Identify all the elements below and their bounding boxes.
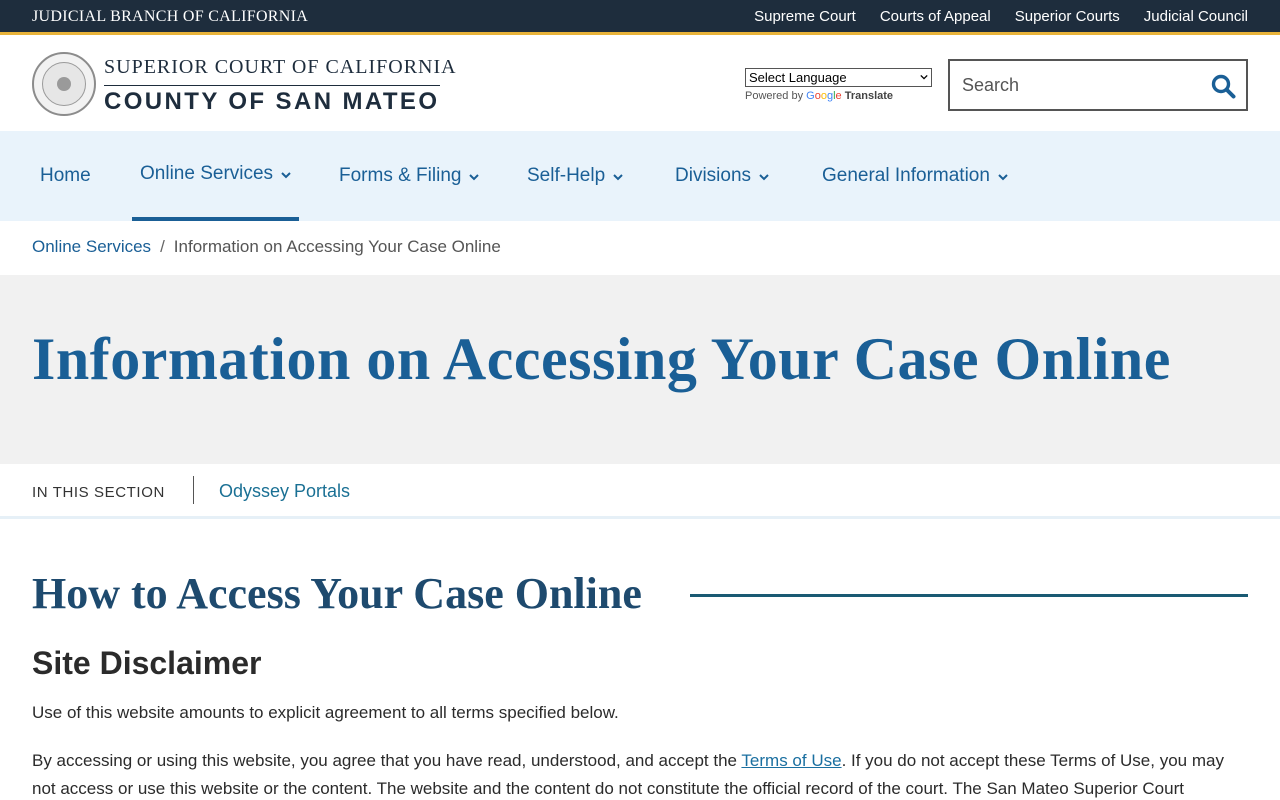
- courts-of-appeal-link[interactable]: Courts of Appeal: [880, 8, 991, 25]
- breadcrumb-current: Information on Accessing Your Case Onlin…: [173, 237, 501, 256]
- nav-item-label: Online Services: [140, 163, 274, 184]
- disclaimer-paragraph-1: Use of this website amounts to explicit …: [32, 703, 619, 722]
- page-hero: Information on Accessing Your Case Onlin…: [0, 275, 1280, 464]
- court-seal-icon[interactable]: [32, 52, 96, 116]
- breadcrumb: Online Services / Information on Accessi…: [32, 237, 501, 257]
- breadcrumb-separator: /: [160, 237, 165, 256]
- heading-rule: [690, 594, 1248, 597]
- seal-core: [57, 77, 71, 91]
- nav-item-label: Divisions: [675, 165, 752, 186]
- powered-by-text: Powered by: [745, 90, 804, 102]
- search-icon[interactable]: [1210, 73, 1236, 99]
- translate-text: Translate: [844, 90, 894, 102]
- nav-item-label: General Information: [822, 165, 990, 186]
- chevron-down-icon: [920, 74, 928, 80]
- search-input[interactable]: [962, 73, 1202, 97]
- in-this-section-label: IN THIS SECTION: [32, 484, 165, 501]
- chevron-down-icon: [469, 174, 480, 181]
- logo-divider: [104, 85, 440, 86]
- odyssey-portals-link[interactable]: Odyssey Portals: [219, 481, 350, 502]
- nav-item-online-services[interactable]: Online Services: [132, 131, 299, 221]
- supreme-court-link[interactable]: Supreme Court: [754, 8, 856, 25]
- page-title: Information on Accessing Your Case Onlin…: [32, 326, 1171, 392]
- nav-item-label: Forms & Filing: [339, 165, 462, 186]
- nav-item-label: Home: [40, 165, 91, 186]
- google-letter: G: [806, 90, 815, 102]
- breadcrumb-online-services[interactable]: Online Services: [32, 237, 151, 257]
- chevron-down-icon: [998, 174, 1008, 181]
- logo-title-line2[interactable]: COUNTY OF SAN MATEO: [104, 88, 439, 116]
- nav-item-label: Self-Help: [527, 165, 606, 186]
- judicial-branch-link[interactable]: JUDICIAL BRANCH OF CALIFORNIA: [32, 8, 308, 26]
- site-header: SUPERIOR COURT OF CALIFORNIA COUNTY OF S…: [0, 38, 1280, 131]
- site-disclaimer-heading: Site Disclaimer: [32, 645, 262, 681]
- search-box: [948, 59, 1248, 111]
- powered-by-google-translate[interactable]: Powered by Google Translate: [745, 90, 893, 102]
- content-heading: How to Access Your Case Online: [32, 569, 642, 618]
- utility-bar: JUDICIAL BRANCH OF CALIFORNIA Supreme Co…: [0, 0, 1280, 35]
- judicial-council-link[interactable]: Judicial Council: [1144, 8, 1248, 25]
- terms-of-use-link[interactable]: Terms of Use: [741, 751, 841, 770]
- logo-title-line1[interactable]: SUPERIOR COURT OF CALIFORNIA: [104, 56, 457, 79]
- seal-inner-ring: [42, 62, 86, 106]
- para2-text-before: By accessing or using this website, you …: [32, 751, 742, 770]
- nav-item-forms-filing[interactable]: Forms & Filing: [339, 131, 480, 221]
- nav-item-general-information[interactable]: General Information: [822, 131, 1009, 221]
- utility-links: Supreme Court Courts of Appeal Superior …: [754, 8, 1248, 25]
- main-nav: Home Online Services Forms & Filing Self…: [0, 131, 1280, 221]
- language-select-value: Select Language: [749, 70, 847, 85]
- google-letter: e: [835, 90, 842, 102]
- in-this-section-bar: IN THIS SECTION Odyssey Portals: [0, 464, 1280, 519]
- nav-item-self-help[interactable]: Self-Help: [527, 131, 624, 221]
- chevron-down-icon: [281, 172, 291, 179]
- nav-item-home[interactable]: Home: [40, 131, 91, 221]
- nav-item-divisions[interactable]: Divisions: [675, 131, 770, 221]
- chevron-down-icon: [759, 174, 769, 181]
- superior-courts-link[interactable]: Superior Courts: [1015, 8, 1120, 25]
- disclaimer-paragraph-2: By accessing or using this website, you …: [32, 747, 1248, 800]
- chevron-down-icon: [613, 174, 623, 181]
- section-divider: [193, 476, 194, 504]
- language-select[interactable]: Select Language: [745, 68, 932, 87]
